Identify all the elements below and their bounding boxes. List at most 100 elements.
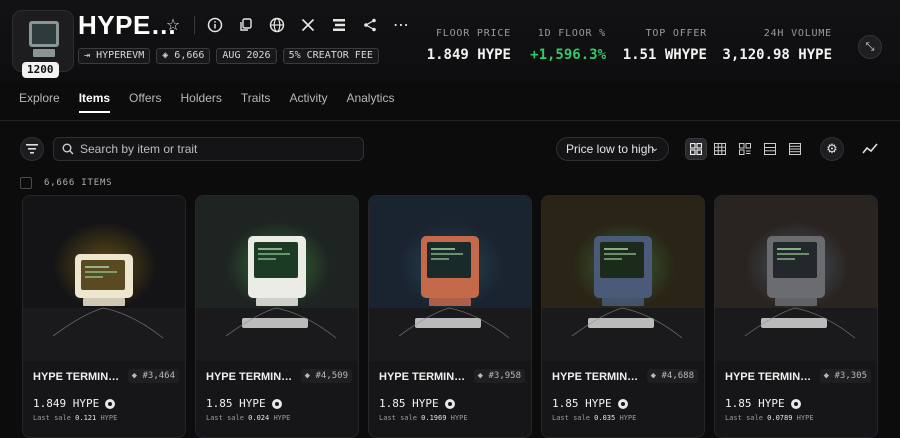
chain-chip[interactable]: ⇥ HYPEREVM	[78, 48, 151, 64]
item-last-sale: Last sale 0.035 HYPE	[552, 414, 636, 422]
last-sale-value: 0.024	[248, 414, 270, 422]
stat-24h-volume: 24H VOLUME 3,120.98 HYPE	[722, 28, 832, 63]
item-card[interactable]: HYPE TERMIN… ◆ #3,305 1.85 HYPE Last sal…	[714, 195, 878, 438]
star-icon[interactable]: ☆	[162, 14, 184, 36]
item-card[interactable]: HYPE TERMIN… ◆ #3,464 1.849 HYPE Last sa…	[22, 195, 186, 438]
last-sale-value: 0.1969	[421, 414, 447, 422]
share-icon[interactable]	[359, 14, 381, 36]
item-name[interactable]: HYPE TERMIN…	[552, 371, 638, 383]
item-artwork[interactable]	[369, 196, 531, 361]
stat-value: 1.849 HYPE	[426, 47, 511, 63]
item-artwork[interactable]	[196, 196, 358, 361]
hype-token-icon	[444, 398, 455, 409]
price-value: 1.85 HYPE	[552, 397, 612, 410]
item-name[interactable]: HYPE TERMIN…	[33, 371, 119, 383]
price-value: 1.85 HYPE	[379, 397, 439, 410]
tab-activity[interactable]: Activity	[289, 91, 327, 113]
stat-floor-price: FLOOR PRICE 1.849 HYPE	[427, 28, 511, 63]
copy-icon[interactable]	[235, 14, 257, 36]
more-icon[interactable]: ⋯	[390, 14, 412, 36]
item-info: HYPE TERMIN… ◆ #3,958 1.85 HYPE Last sal…	[369, 361, 531, 437]
terminal-illustration	[369, 196, 531, 361]
view-list-icon[interactable]	[759, 138, 781, 160]
items-grid: HYPE TERMIN… ◆ #3,464 1.849 HYPE Last sa…	[22, 195, 878, 438]
item-last-sale: Last sale 0.121 HYPE	[33, 414, 117, 422]
date-chip: AUG 2026	[216, 48, 277, 64]
terminal-illustration	[196, 196, 358, 361]
sort-dropdown[interactable]: Price low to high ⌄	[556, 137, 669, 161]
last-sale-unit: HYPE	[450, 414, 468, 422]
chevron-down-icon: ⌄	[650, 143, 659, 154]
tab-holders[interactable]: Holders	[181, 91, 222, 113]
item-card[interactable]: HYPE TERMIN… ◆ #4,688 1.85 HYPE Last sal…	[541, 195, 705, 438]
last-sale-label: Last sale	[33, 414, 71, 422]
tab-offers[interactable]: Offers	[129, 91, 161, 113]
stat-label: 24H VOLUME	[763, 28, 832, 39]
item-price: 1.849 HYPE	[33, 397, 116, 410]
stat-top-offer: TOP OFFER 1.51 WHYPE	[623, 28, 707, 63]
item-price: 1.85 HYPE	[725, 397, 801, 410]
view-grid-large-icon[interactable]	[685, 138, 707, 160]
item-artwork[interactable]	[23, 196, 185, 361]
avatar-terminal-base	[33, 49, 55, 57]
item-name[interactable]: HYPE TERMIN…	[379, 371, 465, 383]
stat-value: +1,596.3%	[530, 47, 606, 63]
chart-icon[interactable]	[857, 137, 883, 161]
item-last-sale: Last sale 0.024 HYPE	[206, 414, 290, 422]
info-icon[interactable]	[204, 14, 226, 36]
avatar-terminal-screen	[29, 21, 59, 47]
item-info: HYPE TERMIN… ◆ #4,688 1.85 HYPE Last sal…	[542, 361, 704, 437]
tabs-divider	[0, 120, 900, 121]
tab-analytics[interactable]: Analytics	[346, 91, 394, 113]
header-divider	[194, 16, 195, 34]
diamond-icon: ◆	[477, 371, 484, 381]
hype-token-icon	[105, 398, 116, 409]
item-info: HYPE TERMIN… ◆ #3,464 1.849 HYPE Last sa…	[23, 361, 185, 437]
supply-chip: ◈ 6,666	[156, 48, 211, 64]
last-sale-label: Last sale	[206, 414, 244, 422]
select-all-checkbox[interactable]	[20, 177, 32, 189]
terminal-illustration	[23, 196, 185, 361]
item-last-sale: Last sale 0.1969 HYPE	[379, 414, 468, 422]
hyperevm-icon: ⇥	[84, 50, 91, 61]
view-grid-small-icon[interactable]	[709, 138, 731, 160]
last-sale-value: 0.035	[594, 414, 616, 422]
item-name[interactable]: HYPE TERMIN…	[725, 371, 811, 383]
hype-token-icon	[790, 398, 801, 409]
chip-label: HYPEREVM	[96, 50, 145, 61]
item-number: #4,509	[315, 371, 348, 381]
collapse-icon[interactable]: ⤡	[858, 35, 882, 59]
tab-traits[interactable]: Traits	[241, 91, 271, 113]
price-value: 1.85 HYPE	[725, 397, 785, 410]
search-bar[interactable]	[53, 137, 364, 161]
item-card[interactable]: HYPE TERMIN… ◆ #4,509 1.85 HYPE Last sal…	[195, 195, 359, 438]
stat-label: 1D FLOOR %	[537, 28, 606, 39]
search-icon	[62, 143, 74, 155]
view-mixed-icon[interactable]	[734, 138, 756, 160]
globe-icon[interactable]	[266, 14, 288, 36]
stat-label: FLOOR PRICE	[435, 28, 511, 39]
view-table-icon[interactable]	[784, 138, 806, 160]
search-input[interactable]	[80, 142, 360, 156]
stat-1d-floor: 1D FLOOR % +1,596.3%	[530, 28, 606, 63]
hype-token-icon	[271, 398, 282, 409]
gear-icon[interactable]: ⚙	[820, 137, 844, 161]
item-name[interactable]: HYPE TERMIN…	[206, 371, 292, 383]
item-number: #3,305	[834, 371, 867, 381]
last-sale-unit: HYPE	[273, 414, 291, 422]
item-artwork[interactable]	[542, 196, 704, 361]
chip-label: 6,666	[174, 50, 205, 61]
item-card[interactable]: HYPE TERMIN… ◆ #3,958 1.85 HYPE Last sal…	[368, 195, 532, 438]
x-icon[interactable]	[297, 14, 319, 36]
list-icon[interactable]	[328, 14, 350, 36]
item-artwork[interactable]	[715, 196, 877, 361]
items-count: 6,666 ITEMS	[44, 178, 113, 188]
item-number-badge: ◆ #3,464	[127, 369, 179, 383]
item-price: 1.85 HYPE	[379, 397, 455, 410]
item-price: 1.85 HYPE	[206, 397, 282, 410]
tab-explore[interactable]: Explore	[19, 91, 60, 113]
tab-items[interactable]: Items	[78, 91, 111, 113]
item-number: #3,464	[142, 371, 175, 381]
last-sale-value: 0.0789	[767, 414, 793, 422]
filter-icon[interactable]	[20, 137, 44, 161]
